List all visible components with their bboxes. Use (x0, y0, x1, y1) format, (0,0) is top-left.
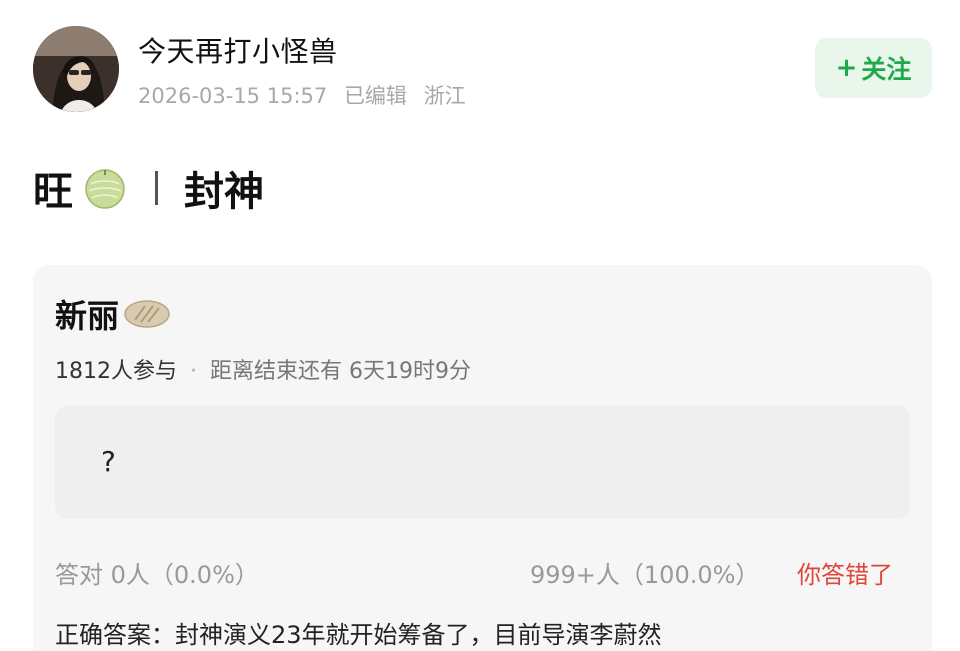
post-meta: 2026-03-15 15:57 已编辑 浙江 (138, 80, 476, 110)
avatar[interactable] (33, 26, 119, 112)
username[interactable]: 今天再打小怪兽 (138, 30, 338, 70)
location-label: 浙江 (423, 84, 466, 108)
participant-count: 1812人参与 (55, 359, 177, 384)
cookie-icon (124, 300, 170, 328)
quiz-option[interactable]: ? (55, 405, 910, 519)
quiz-title-text: 新丽 (55, 297, 120, 335)
plus-icon: + (835, 53, 858, 83)
quiz-option-text: ? (101, 445, 116, 478)
title-divider (155, 171, 158, 205)
quiz-title: 新丽 (55, 291, 171, 337)
quiz-card: 新丽 1812人参与 · 距离结束还有 6天19时9分 ? 答对 0人（0.0%… (33, 265, 932, 651)
follow-label: 关注 (861, 55, 912, 84)
edited-label: 已编辑 (343, 84, 407, 108)
post-title-right: 封神 (184, 169, 264, 215)
correct-stat: 答对 0人（0.0%） (55, 561, 259, 589)
post-title: 旺 封神 (33, 160, 264, 216)
stats-separator: · (190, 359, 197, 384)
wrong-stat: 999+人（100.0%） (530, 561, 760, 589)
quiz-stats: 1812人参与 · 距离结束还有 6天19时9分 (55, 353, 471, 385)
avatar-photo-icon (33, 26, 119, 112)
time-remaining: 距离结束还有 6天19时9分 (210, 359, 471, 384)
correct-answer: 正确答案：封神演义23年就开始筹备了，目前导演李蔚然 (55, 621, 662, 649)
melon-icon (85, 169, 125, 209)
post-title-left: 旺 (33, 169, 73, 215)
result-status: 你答错了 (797, 561, 893, 589)
post-timestamp: 2026-03-15 15:57 (138, 84, 328, 108)
follow-button[interactable]: + 关注 (815, 38, 932, 98)
post-page: 今天再打小怪兽 2026-03-15 15:57 已编辑 浙江 + 关注 旺 封… (0, 0, 960, 651)
